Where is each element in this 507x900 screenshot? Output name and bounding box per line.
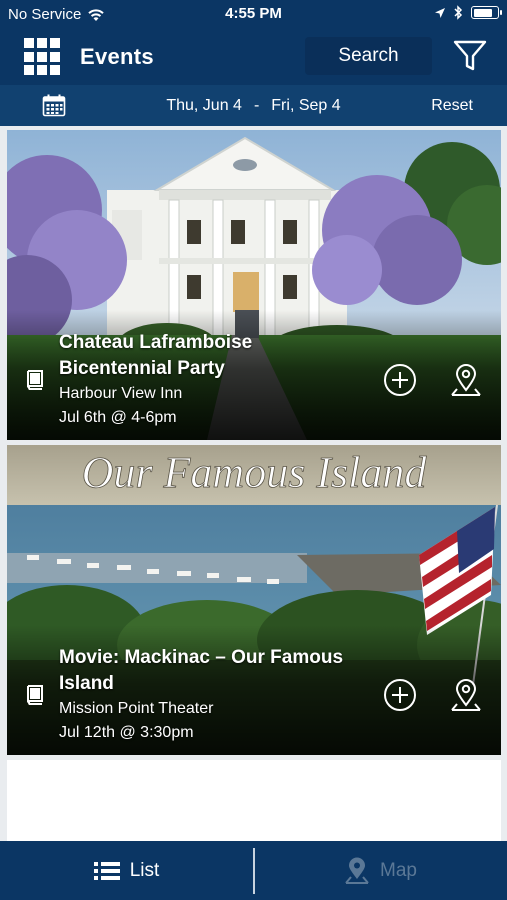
list-icon [93, 861, 120, 880]
event-datetime: Jul 6th @ 4-6pm [59, 409, 177, 426]
start-date: Thu, Jun 4 [166, 97, 242, 114]
search-button[interactable]: Search [305, 37, 432, 75]
clock: 4:55 PM [225, 5, 282, 22]
event-title-cont: Island [59, 673, 114, 694]
add-event-icon[interactable] [383, 678, 417, 712]
event-datetime: Jul 12th @ 3:30pm [59, 724, 194, 741]
reset-button[interactable]: Reset [431, 97, 473, 115]
book-icon [27, 370, 43, 390]
event-venue: Mission Point Theater [59, 700, 214, 717]
event-card[interactable]: Our Famous Island Movie: Mackinac – Our … [7, 445, 501, 755]
date-separator: - [253, 97, 260, 114]
tab-map[interactable]: Map [254, 841, 507, 900]
event-info: Chateau Laframboise Bicentennial Party H… [59, 330, 379, 430]
event-title: Chateau Laframboise [59, 332, 253, 353]
event-title: Movie: Mackinac – Our Famous [59, 647, 344, 668]
map-marker-icon [345, 857, 369, 884]
book-icon [27, 685, 43, 705]
map-pin-icon[interactable] [449, 362, 483, 398]
tab-map-label: Map [380, 859, 417, 881]
battery-fill [473, 8, 493, 17]
page-title: Events [80, 44, 154, 69]
map-pin-icon[interactable] [449, 677, 483, 713]
tab-list[interactable]: List [0, 841, 253, 900]
add-event-icon[interactable] [383, 363, 417, 397]
event-card-loading[interactable] [7, 760, 501, 841]
grid-menu-icon[interactable] [24, 38, 62, 76]
location-arrow-icon [435, 7, 445, 18]
tab-bar: List Map [0, 841, 507, 900]
status-bar: No Service 4:55 PM [0, 0, 507, 30]
tab-list-label: List [129, 859, 160, 881]
app-header: Events Search [0, 30, 507, 85]
filter-icon[interactable] [452, 38, 488, 74]
banner-text: Our Famous Island [82, 448, 428, 497]
event-venue: Harbour View Inn [59, 385, 183, 402]
battery-icon [471, 6, 502, 19]
event-card[interactable]: Chateau Laframboise Bicentennial Party H… [7, 130, 501, 440]
date-range-bar: Thu, Jun 4- Fri, Sep 4 Reset [0, 85, 507, 126]
event-info: Movie: Mackinac – Our Famous Island Miss… [59, 645, 379, 745]
bluetooth-icon [454, 5, 463, 20]
end-date: Fri, Sep 4 [271, 97, 341, 114]
status-right [434, 5, 502, 20]
event-list[interactable]: Chateau Laframboise Bicentennial Party H… [0, 126, 507, 841]
event-title-cont: Bicentennial Party [59, 358, 225, 379]
